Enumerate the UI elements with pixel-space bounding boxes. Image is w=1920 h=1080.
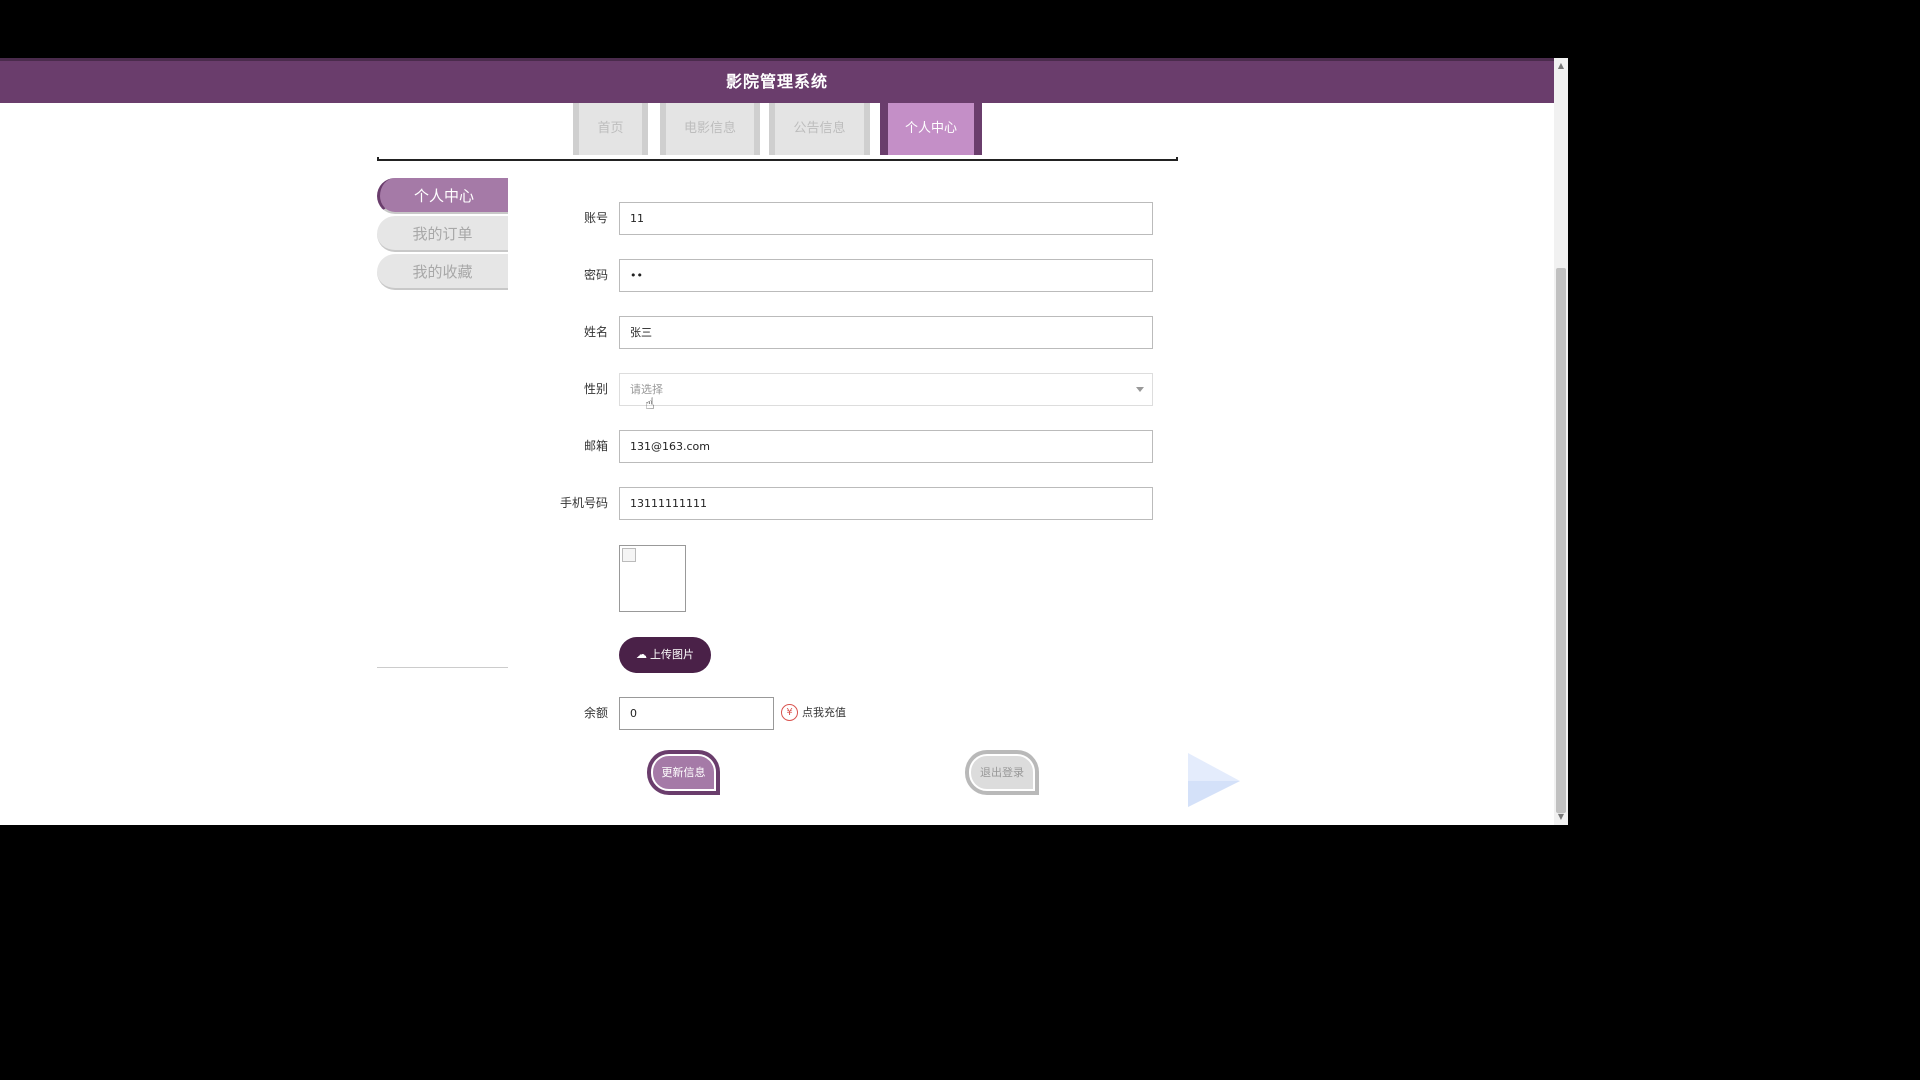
broken-image-icon [622,548,636,562]
password-input[interactable]: •• [619,259,1153,292]
scrollbar-thumb[interactable] [1556,268,1566,813]
screen: 影院管理系统 首页 电影信息 公告信息 个人中心 个人中心 我的订单 我的收藏 … [0,0,1568,882]
logout-label: 退出登录 [969,754,1035,791]
sidebar-item-my-orders[interactable]: 我的订单 [377,216,508,252]
scrollbar[interactable]: ▲ ▼ [1554,58,1568,825]
sidebar-item-personal-center[interactable]: 个人中心 [377,178,508,214]
scroll-up-icon[interactable]: ▲ [1554,60,1568,72]
name-label: 姓名 [583,325,608,339]
nav-tab-movies[interactable]: 电影信息 [660,103,760,155]
yen-circle-icon[interactable]: ¥ [781,704,798,721]
email-label: 邮箱 [583,439,608,453]
phone-label: 手机号码 [559,496,608,510]
caret-down-icon [1136,387,1144,392]
update-info-button[interactable]: 更新信息 [647,750,720,795]
gender-label: 性别 [583,382,608,396]
hand-pointer-icon: ☝ [645,394,655,413]
scroll-down-icon[interactable]: ▼ [1554,811,1568,823]
nav-tab-home[interactable]: 首页 [573,103,648,155]
avatar-preview [619,545,686,612]
phone-input[interactable]: 13111111111 [619,487,1153,520]
account-input[interactable]: 11 [619,202,1153,235]
top-header-bar: 影院管理系统 [0,58,1554,103]
balance-label: 余额 [583,706,608,720]
play-watermark-icon [1188,753,1240,807]
nav-tab-announcements[interactable]: 公告信息 [769,103,870,155]
logout-button[interactable]: 退出登录 [965,750,1039,795]
site-title: 影院管理系统 [725,72,828,91]
email-input[interactable]: 131@163.com [619,430,1153,463]
recharge-link[interactable]: 点我充值 [802,705,846,721]
name-input[interactable]: 张三 [619,316,1153,349]
upload-image-button[interactable]: ☁ 上传图片 [619,637,711,673]
sidebar-divider [377,667,508,668]
browser-viewport: 影院管理系统 首页 电影信息 公告信息 个人中心 个人中心 我的订单 我的收藏 … [0,58,1568,825]
upload-image-label: 上传图片 [650,648,694,661]
cloud-upload-icon: ☁ [636,648,647,661]
sidebar-item-my-favorites[interactable]: 我的收藏 [377,254,508,290]
update-info-label: 更新信息 [651,754,716,791]
password-label: 密码 [583,268,608,282]
account-label: 账号 [583,211,608,225]
nav-underline [377,157,1178,161]
nav-tab-personal-center[interactable]: 个人中心 [880,103,982,155]
balance-input[interactable]: 0 [619,697,774,730]
gender-select[interactable]: 请选择 [619,373,1153,406]
